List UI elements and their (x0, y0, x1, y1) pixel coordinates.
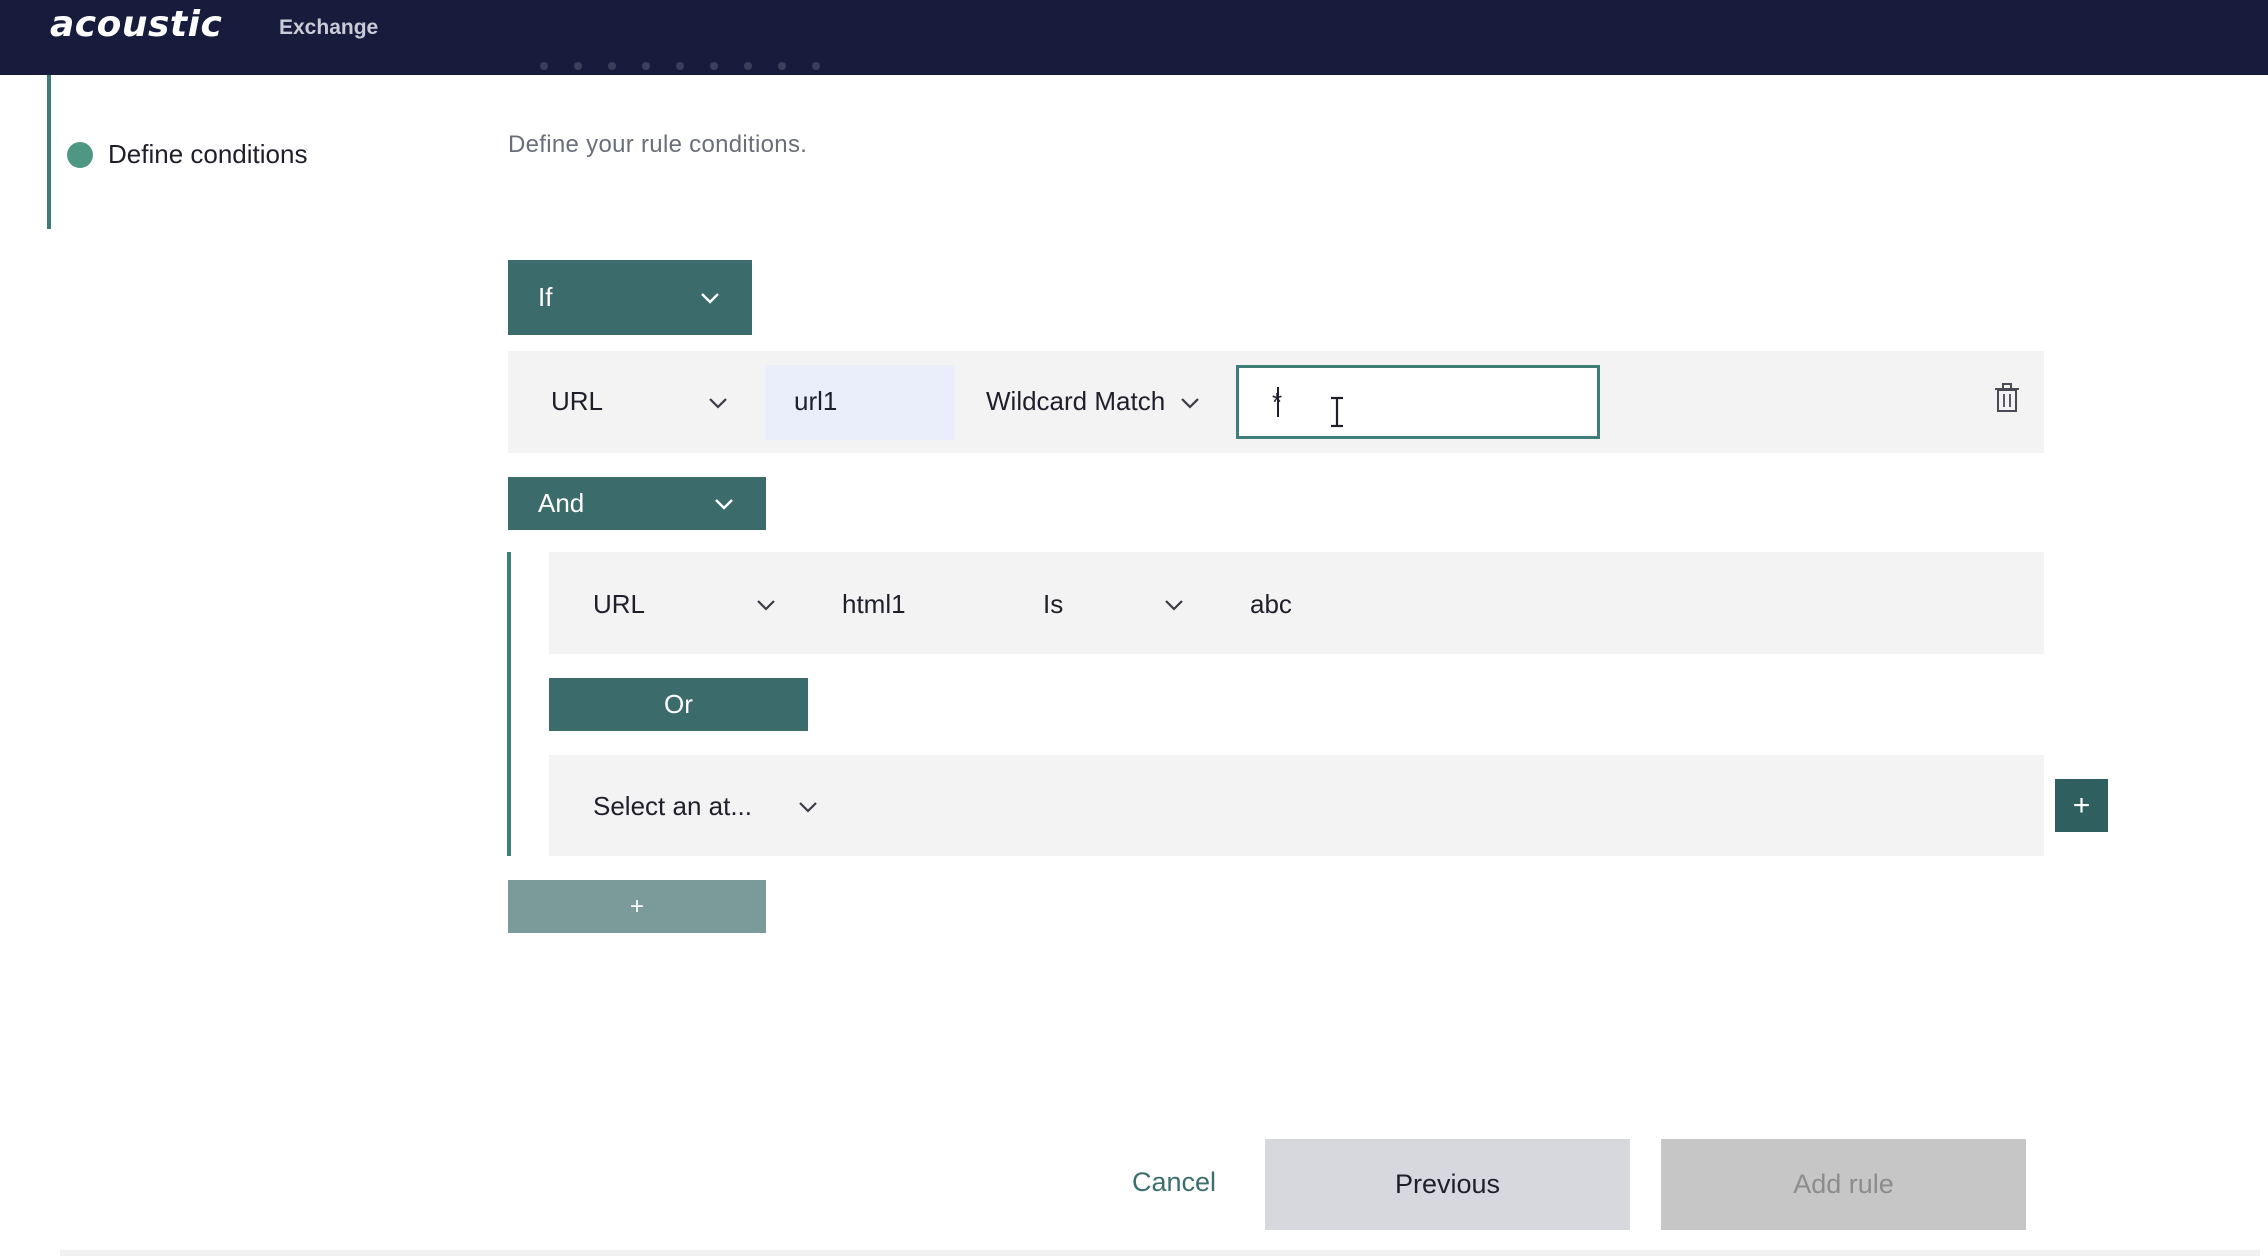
condition1-operator-dropdown[interactable]: Wildcard Match (986, 386, 1165, 417)
chevron-down-icon[interactable] (1180, 396, 1200, 414)
and-dropdown[interactable]: And (508, 477, 766, 530)
step-label-define-conditions[interactable]: Define conditions (108, 139, 307, 170)
top-navigation-bar: acoustic Exchange (0, 0, 2268, 75)
text-cursor-icon (1328, 395, 1346, 429)
chevron-down-icon[interactable] (798, 800, 818, 818)
add-group-button[interactable]: + (508, 880, 766, 933)
trash-icon[interactable] (1994, 383, 2020, 413)
if-dropdown-label: If (538, 282, 553, 312)
if-dropdown[interactable]: If (508, 260, 752, 335)
chevron-down-icon[interactable] (756, 598, 776, 616)
condition2-name-value[interactable]: html1 (842, 589, 906, 620)
progress-dots (540, 62, 980, 74)
condition1-name-value: url1 (794, 386, 838, 416)
and-dropdown-label: And (538, 488, 585, 518)
chevron-down-icon (714, 498, 734, 510)
app-name[interactable]: Exchange (279, 16, 378, 40)
cancel-button[interactable]: Cancel (1132, 1167, 1216, 1198)
condition1-value-input[interactable] (1236, 365, 1600, 439)
bottom-divider (60, 1250, 2260, 1256)
condition2-attribute-dropdown[interactable]: URL (593, 589, 645, 620)
previous-button[interactable]: Previous (1265, 1139, 1630, 1230)
text-caret (1277, 387, 1279, 417)
page-subtitle: Define your rule conditions. (508, 131, 808, 158)
chevron-down-icon[interactable] (1164, 598, 1184, 616)
add-rule-button[interactable]: Add rule (1661, 1139, 2026, 1230)
condition2-value[interactable]: abc (1250, 589, 1292, 620)
condition-row-3 (549, 755, 2044, 856)
step-active-dot-icon (67, 142, 93, 168)
condition1-attribute-dropdown[interactable]: URL (551, 386, 603, 417)
or-button[interactable]: Or (549, 678, 808, 731)
chevron-down-icon[interactable] (708, 396, 728, 414)
add-condition-button[interactable]: + (2055, 779, 2108, 832)
condition-group-line (507, 552, 511, 856)
acoustic-logo[interactable]: acoustic (50, 4, 222, 45)
condition2-operator-dropdown[interactable]: Is (1043, 589, 1063, 620)
chevron-down-icon (700, 292, 720, 304)
stepper-line (47, 75, 51, 229)
condition3-attribute-dropdown[interactable]: Select an at... (593, 791, 752, 822)
